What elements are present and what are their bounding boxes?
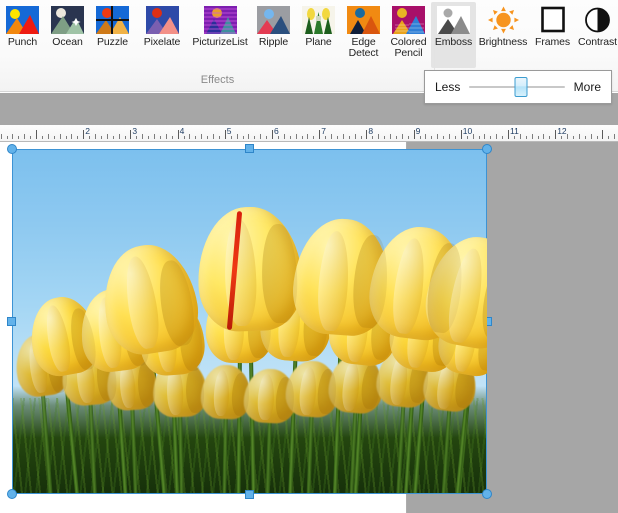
effect-label: Contrast	[578, 36, 617, 48]
colored-pencil-effect-icon	[392, 6, 425, 34]
effect-label: Pixelate	[143, 36, 181, 48]
effect-button-ocean[interactable]: Ocean	[45, 2, 90, 68]
effect-button-ripple[interactable]: Ripple	[251, 2, 296, 68]
ruler-number: 2	[85, 126, 90, 136]
ruler-number: 12	[557, 126, 567, 136]
slider-max-label: More	[573, 80, 601, 94]
effect-label: Brightness	[478, 36, 528, 48]
effect-label: Colored Pencil	[390, 36, 427, 59]
effect-label: Edge Detect	[348, 36, 379, 59]
horizontal-ruler[interactable]: 2 3 4 5 6 7 8 9 10 11 12	[0, 125, 618, 142]
effect-button-colored-pencil[interactable]: Colored Pencil	[386, 2, 431, 68]
slider-thumb[interactable]	[514, 77, 528, 97]
resize-handle-middle-left[interactable]	[7, 317, 16, 326]
effect-label: Puzzle	[97, 36, 128, 48]
effect-label: Plane	[305, 36, 332, 48]
effect-button-plane[interactable]: Plane	[296, 2, 341, 68]
resize-handle-top-left[interactable]	[7, 144, 17, 154]
ruler-number: 3	[132, 126, 138, 136]
resize-handle-bottom-right[interactable]	[482, 489, 492, 499]
effect-intensity-slider[interactable]	[469, 77, 565, 97]
ruler-number: 7	[321, 126, 326, 136]
effect-button-picturizelist[interactable]: PicturizeList	[189, 2, 251, 68]
resize-handle-bottom-center[interactable]	[245, 490, 254, 499]
effect-button-edge-detect[interactable]: Edge Detect	[341, 2, 386, 68]
plane-effect-icon	[302, 6, 335, 34]
ruler-number: 9	[415, 126, 421, 136]
effect-button-brightness[interactable]: Brightness	[476, 2, 530, 68]
effect-button-emboss[interactable]: Emboss	[431, 2, 476, 68]
effect-button-punch[interactable]: Punch	[0, 2, 45, 68]
effect-button-pixelate[interactable]: Pixelate	[135, 2, 189, 68]
puzzle-effect-icon	[96, 6, 129, 34]
effect-label: Ripple	[258, 36, 289, 48]
effect-button-puzzle[interactable]: Puzzle	[90, 2, 135, 68]
ruler-number: 10	[462, 126, 473, 136]
ruler-number: 4	[179, 126, 185, 136]
effect-label: Frames	[535, 36, 570, 48]
slider-min-label: Less	[435, 80, 461, 94]
effect-button-contrast[interactable]: Contrast	[575, 2, 618, 68]
effect-label: PicturizeList	[192, 36, 248, 48]
ruler-number: 8	[368, 126, 374, 136]
frames-icon	[541, 6, 565, 33]
ocean-effect-icon	[51, 6, 84, 34]
ruler-number: 11	[510, 126, 519, 136]
ruler-number: 6	[274, 126, 279, 136]
resize-handle-top-center[interactable]	[245, 144, 254, 153]
picturizelist-effect-icon	[203, 6, 237, 34]
effect-label: Emboss	[434, 36, 473, 48]
resize-handle-bottom-left[interactable]	[7, 489, 17, 499]
effects-gallery: Punch Ocean Puzzle Pixelate PicturizeLis…	[0, 2, 618, 68]
resize-handle-top-right[interactable]	[482, 144, 492, 154]
selected-picture-tulips[interactable]	[12, 149, 487, 494]
effect-label: Punch	[7, 36, 38, 48]
tulip-photo	[12, 149, 487, 494]
ribbon-group-label-effects: Effects	[200, 74, 235, 86]
document-canvas[interactable]	[0, 142, 618, 513]
effect-intensity-popup: Less More	[424, 70, 612, 104]
contrast-icon	[585, 7, 610, 33]
emboss-effect-icon	[437, 6, 470, 34]
ripple-effect-icon	[257, 6, 290, 34]
ruler-number: 5	[226, 126, 232, 136]
effect-label: Ocean	[52, 36, 83, 48]
punch-effect-icon	[6, 6, 39, 34]
effect-button-frames[interactable]: Frames	[530, 2, 575, 68]
picture-editor-window: Punch Ocean Puzzle Pixelate PicturizeLis…	[0, 0, 618, 513]
edge-detect-effect-icon	[347, 6, 380, 34]
pixelate-effect-icon	[145, 6, 179, 34]
brightness-icon	[487, 6, 519, 34]
